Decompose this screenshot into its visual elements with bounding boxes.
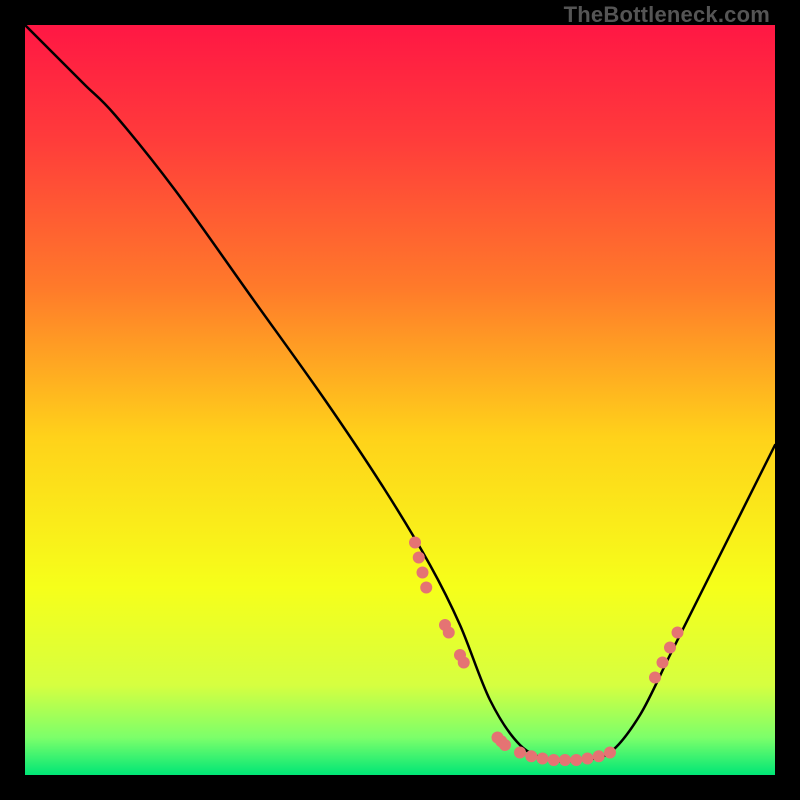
data-marker: [657, 657, 669, 669]
chart-area: [25, 25, 775, 775]
data-marker: [649, 672, 661, 684]
data-marker: [420, 582, 432, 594]
data-marker: [664, 642, 676, 654]
data-marker: [514, 747, 526, 759]
data-marker: [570, 754, 582, 766]
data-marker: [525, 750, 537, 762]
data-marker: [604, 747, 616, 759]
data-marker: [548, 754, 560, 766]
data-marker: [672, 627, 684, 639]
chart-svg: [25, 25, 775, 775]
data-marker: [417, 567, 429, 579]
data-marker: [582, 753, 594, 765]
data-marker: [537, 753, 549, 765]
data-marker: [458, 657, 470, 669]
data-marker: [409, 537, 421, 549]
data-marker: [443, 627, 455, 639]
data-marker: [593, 750, 605, 762]
data-marker: [499, 739, 511, 751]
data-marker: [559, 754, 571, 766]
data-marker: [413, 552, 425, 564]
